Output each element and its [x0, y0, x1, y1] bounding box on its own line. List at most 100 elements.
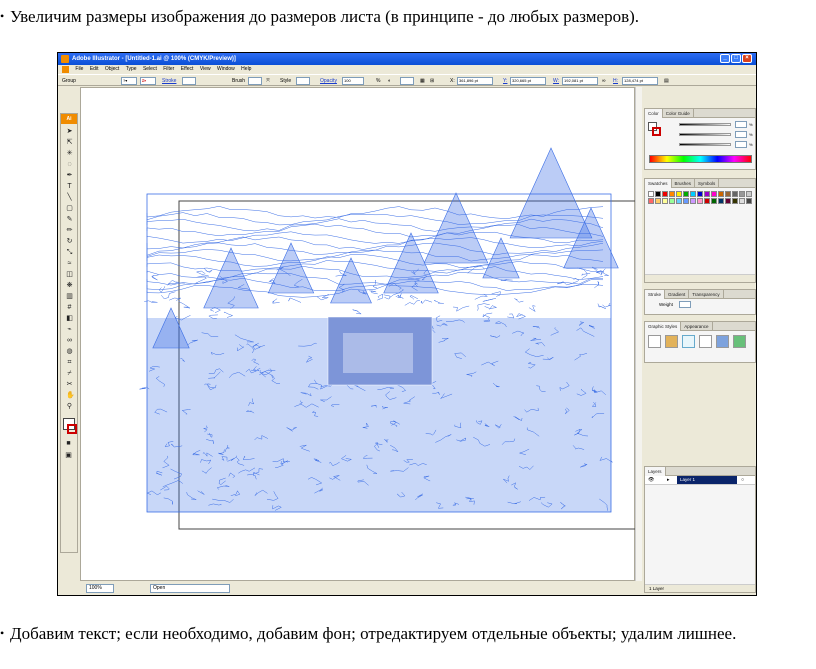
transform-icon[interactable]: ▦ — [420, 77, 425, 85]
blend-tool-icon[interactable]: ∞ — [66, 337, 73, 344]
tab-appearance[interactable]: Appearance — [681, 322, 713, 331]
menu-view[interactable]: View — [200, 65, 211, 74]
recolor-icon[interactable]: ◐ — [388, 77, 391, 85]
tab-transparency[interactable]: Transparency — [689, 290, 724, 299]
swatch[interactable] — [746, 198, 752, 204]
swatch[interactable] — [711, 191, 717, 197]
brush-picker[interactable] — [248, 77, 262, 85]
swatch[interactable] — [704, 191, 710, 197]
zoom-tool-icon[interactable]: ⚲ — [66, 403, 73, 410]
menu-effect[interactable]: Effect — [181, 65, 194, 74]
fill-swatch[interactable]: ?▾ — [121, 77, 137, 85]
opacity-link[interactable]: Opacity — [320, 77, 337, 85]
graphic-style-4[interactable] — [699, 335, 712, 348]
swatch[interactable] — [732, 198, 738, 204]
stroke-weight-field[interactable] — [182, 77, 196, 85]
menu-filter[interactable]: Filter — [163, 65, 174, 74]
paintbrush-tool-icon[interactable]: ✎ — [66, 216, 73, 223]
swatch[interactable] — [739, 191, 745, 197]
graphic-style-2[interactable] — [665, 335, 678, 348]
gradient-tool-icon[interactable]: ◧ — [66, 315, 73, 322]
swatch[interactable] — [676, 191, 682, 197]
graphic-style-3[interactable] — [682, 335, 695, 348]
swatch[interactable] — [690, 198, 696, 204]
tab-gradient[interactable]: Gradient — [665, 290, 690, 299]
swatch[interactable] — [697, 191, 703, 197]
channel-slider-3[interactable] — [679, 143, 731, 146]
swatch[interactable] — [676, 198, 682, 204]
status-field[interactable]: Open — [150, 584, 230, 593]
slice-tool-icon[interactable]: ⌿ — [66, 370, 73, 377]
line-tool-icon[interactable]: ╲ — [66, 194, 73, 201]
tab-symbols[interactable]: Symbols — [695, 179, 720, 188]
menu-object[interactable]: Object — [105, 65, 119, 74]
pen-tool-icon[interactable]: ✒ — [66, 172, 73, 179]
swatch[interactable] — [655, 198, 661, 204]
magic-wand-tool-icon[interactable]: ✳ — [66, 150, 73, 157]
screen-mode-icon[interactable]: ▣ — [65, 452, 72, 459]
color-spectrum[interactable] — [649, 155, 752, 163]
tab-graphic-styles[interactable]: Graphic Styles — [645, 322, 682, 331]
eyedropper-tool-icon[interactable]: ⌁ — [66, 326, 73, 333]
brush-options-icon[interactable]: ⤧ — [266, 77, 270, 85]
swatch[interactable] — [746, 191, 752, 197]
graphic-style-5[interactable] — [716, 335, 729, 348]
warp-tool-icon[interactable]: ≈ — [66, 260, 73, 267]
y-field[interactable]: 320,665 pt — [510, 77, 546, 85]
color-mode-icon[interactable]: ■ — [65, 440, 72, 447]
type-tool-icon[interactable]: T — [66, 183, 73, 190]
visibility-icon[interactable]: 👁 — [648, 477, 654, 483]
tab-color[interactable]: Color — [645, 109, 663, 118]
tab-color-guide[interactable]: Color Guide — [663, 109, 694, 118]
mesh-tool-icon[interactable]: # — [66, 304, 73, 311]
reference-point-icon[interactable]: ⊞ — [430, 77, 434, 85]
symbol-sprayer-tool-icon[interactable]: ❋ — [66, 282, 73, 289]
app-menu-icon[interactable] — [62, 66, 69, 73]
menu-edit[interactable]: Edit — [90, 65, 99, 74]
swatch[interactable] — [697, 198, 703, 204]
close-button[interactable]: × — [742, 54, 752, 63]
rotate-tool-icon[interactable]: ↻ — [66, 238, 73, 245]
opacity-field[interactable]: 100 — [342, 77, 364, 85]
pencil-tool-icon[interactable]: ✏ — [66, 227, 73, 234]
swatch[interactable] — [669, 198, 675, 204]
weight-field[interactable] — [679, 301, 691, 308]
swatch[interactable] — [662, 198, 668, 204]
stroke-swatch[interactable]: ⧄▾ — [140, 77, 156, 85]
graph-tool-icon[interactable]: ▥ — [66, 293, 73, 300]
menu-select[interactable]: Select — [143, 65, 157, 74]
live-paint-tool-icon[interactable]: ◍ — [66, 348, 73, 355]
minimize-button[interactable]: _ — [720, 54, 730, 63]
lasso-tool-icon[interactable]: ◌ — [66, 161, 73, 168]
channel-field-2[interactable] — [735, 131, 747, 138]
channel-field-3[interactable] — [735, 141, 747, 148]
menu-file[interactable]: File — [75, 65, 83, 74]
swatch[interactable] — [704, 198, 710, 204]
tab-swatches[interactable]: Swatches — [645, 179, 672, 188]
maximize-button[interactable]: □ — [731, 54, 741, 63]
layer-name[interactable]: Layer 1 — [677, 476, 737, 484]
h-field[interactable]: 128,474 pt — [622, 77, 658, 85]
menu-window[interactable]: Window — [217, 65, 235, 74]
direct-selection-tool-icon[interactable]: ⇱ — [66, 139, 73, 146]
scissors-tool-icon[interactable]: ✂ — [66, 381, 73, 388]
swatch[interactable] — [655, 191, 661, 197]
w-field[interactable]: 192,081 pt — [562, 77, 598, 85]
layer-row[interactable]: 👁 ▸ Layer 1 ○ — [645, 476, 755, 485]
channel-slider-1[interactable] — [679, 123, 731, 126]
stroke-color-icon[interactable] — [67, 424, 77, 434]
vertical-scrollbar[interactable] — [635, 87, 642, 581]
swatch[interactable] — [718, 198, 724, 204]
panel-menu-icon[interactable]: ▤ — [664, 77, 669, 85]
swatch[interactable] — [683, 198, 689, 204]
swatch[interactable] — [732, 191, 738, 197]
swatch[interactable] — [648, 191, 654, 197]
swatch[interactable] — [739, 198, 745, 204]
menu-type[interactable]: Type — [126, 65, 137, 74]
scale-tool-icon[interactable]: ⤡ — [66, 249, 73, 256]
rectangle-tool-icon[interactable]: ▢ — [66, 205, 73, 212]
free-transform-tool-icon[interactable]: ◫ — [66, 271, 73, 278]
expand-icon[interactable]: ▸ — [667, 477, 670, 483]
crop-tool-icon[interactable]: ⌗ — [66, 359, 73, 366]
x-field[interactable]: 361,896 pt — [457, 77, 493, 85]
